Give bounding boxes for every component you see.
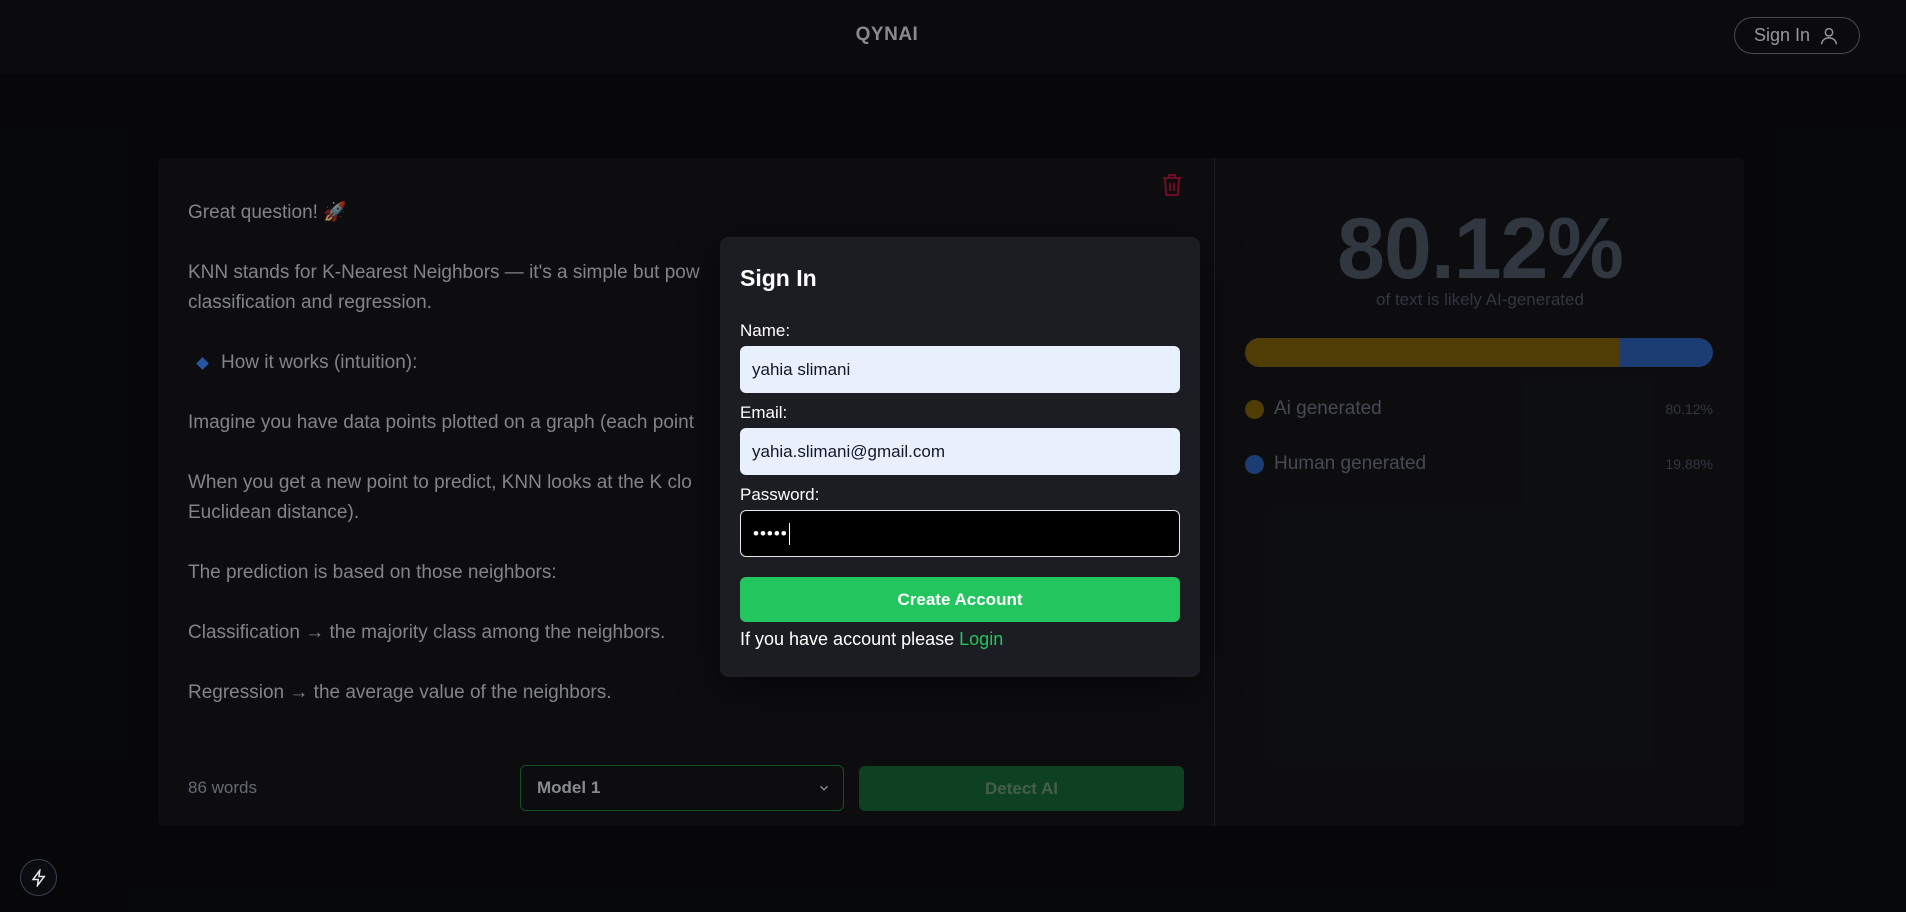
- lightning-bolt-icon: [31, 868, 46, 887]
- email-field[interactable]: yahia.slimani@gmail.com: [740, 428, 1180, 475]
- login-prompt-text: If you have account please: [740, 629, 960, 649]
- login-prompt: If you have account please Login: [740, 629, 1003, 650]
- email-label: Email:: [740, 403, 788, 422]
- password-field[interactable]: •••••: [740, 510, 1180, 557]
- modal-title: Sign In: [740, 265, 817, 291]
- name-label: Name:: [740, 321, 791, 340]
- login-link[interactable]: Login: [959, 629, 1003, 649]
- name-field[interactable]: yahia slimani: [740, 346, 1180, 393]
- text-caret: [788, 522, 791, 545]
- bolt-badge-button[interactable]: [20, 859, 57, 896]
- signin-modal: Sign In Name: yahia slimani Email: yahia…: [720, 237, 1200, 677]
- create-account-button[interactable]: Create Account: [740, 577, 1180, 622]
- password-label: Password:: [740, 485, 820, 504]
- password-value: •••••: [753, 523, 788, 543]
